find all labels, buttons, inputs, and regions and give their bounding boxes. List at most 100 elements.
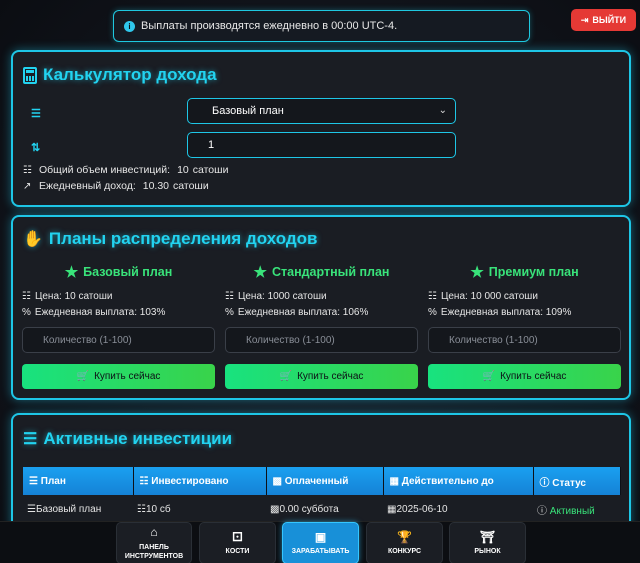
investments-title: ☰ Активные инвестиции bbox=[23, 429, 232, 449]
coins-icon: ☷ bbox=[139, 475, 149, 487]
chart-line-icon: ↗ bbox=[23, 180, 32, 192]
daily-label: Ежедневный доход: bbox=[39, 180, 136, 192]
coins-icon: ☷ bbox=[225, 291, 234, 302]
plan-standard-payout: % Ежедневная выплата: 106% bbox=[225, 307, 418, 318]
nav-earn-label: ЗАРАБАТЫВАТЬ bbox=[291, 548, 350, 556]
notice-text: Выплаты производятся ежедневно в 00:00 U… bbox=[141, 20, 398, 32]
plan-standard-payout-text: Ежедневная выплата: 106% bbox=[237, 307, 369, 318]
plan-premium-payout: % Ежедневная выплата: 109% bbox=[428, 307, 621, 318]
investments-title-text: Активные инвестиции bbox=[43, 429, 233, 448]
calendar-icon: ▦ bbox=[389, 475, 399, 487]
plan-standard-buy-button[interactable]: 🛒 Купить сейчас bbox=[225, 364, 418, 389]
cart-icon: 🛒 bbox=[76, 371, 90, 382]
nav-earn[interactable]: ▣ ЗАРАБАТЫВАТЬ bbox=[282, 522, 359, 563]
col-invested-label: Инвестировано bbox=[151, 475, 229, 487]
cell-valid-until: ▦2025-06-10 bbox=[383, 495, 533, 523]
dice-icon: ⚀ bbox=[232, 529, 243, 544]
list-icon: ☰ bbox=[31, 108, 41, 120]
list-icon: ☰ bbox=[23, 431, 38, 448]
col-status-label: Статус bbox=[552, 477, 586, 489]
cell-status: ⓘ Активный bbox=[533, 495, 621, 523]
nav-market[interactable]: ⛩ РЫНОК bbox=[449, 522, 526, 563]
nav-dice[interactable]: ⚀ КОСТИ bbox=[199, 522, 276, 563]
daily-value: 10.30 bbox=[142, 180, 170, 192]
sort-icon: ⇅ bbox=[31, 142, 41, 154]
plan-premium-buy-button[interactable]: 🛒 Купить сейчас bbox=[428, 364, 621, 389]
nav-dice-label: КОСТИ bbox=[225, 548, 250, 556]
cell-invested-text: 10 сб bbox=[145, 503, 171, 515]
calculator-icon bbox=[23, 66, 37, 84]
plan-select[interactable]: Базовый план ⌄ bbox=[187, 98, 456, 124]
info-icon: ⓘ bbox=[539, 477, 550, 489]
star-icon: ★ bbox=[470, 264, 484, 281]
plan-basic-payout: % Ежедневная выплата: 103% bbox=[22, 307, 215, 318]
nav-contest-label: КОНКУРС bbox=[387, 548, 422, 556]
cell-invested: ☷10 сб bbox=[133, 495, 266, 523]
cell-paid-text: 0.00 суббота bbox=[279, 503, 339, 515]
chevron-down-icon: ⌄ bbox=[438, 105, 447, 116]
coins-icon: ☷ bbox=[22, 291, 31, 302]
plan-basic-payout-text: Ежедневная выплата: 103% bbox=[34, 307, 166, 318]
plan-basic-buy-button[interactable]: 🛒 Купить сейчас bbox=[22, 364, 215, 389]
home-icon: ⌂ bbox=[150, 525, 158, 540]
logout-icon: ⇥ bbox=[580, 14, 589, 25]
active-investments-card: ☰ Активные инвестиции ☰ План ☷ Инвестиро… bbox=[11, 413, 631, 533]
cell-plan: ☰Базовый план bbox=[23, 495, 133, 523]
buy-label: Купить сейчас bbox=[94, 371, 161, 382]
plans-title: ✋ Планы распределения доходов bbox=[23, 229, 318, 249]
cart-icon: 🛒 bbox=[482, 371, 496, 382]
percent-icon: % bbox=[225, 307, 234, 318]
plan-basic-quantity-input[interactable]: Количество (1-100) bbox=[22, 327, 215, 353]
col-invested: ☷ Инвестировано bbox=[133, 467, 267, 495]
nav-contest[interactable]: 🏆 КОНКУРС bbox=[366, 522, 443, 563]
percent-icon: % bbox=[22, 307, 31, 318]
table-row: ☰Базовый план ☷10 сб ▩0.00 суббота ▦2025… bbox=[23, 495, 621, 523]
qty-placeholder: Количество (1-100) bbox=[246, 334, 335, 346]
plan-premium: ★ Премиум план ☷ Цена: 10 000 сатоши % Е… bbox=[428, 263, 621, 318]
quantity-input[interactable]: 1 bbox=[187, 132, 456, 158]
star-icon: ★ bbox=[253, 264, 267, 281]
plan-standard: ★ Стандартный план ☷ Цена: 1000 сатоши %… bbox=[225, 263, 418, 318]
plan-premium-quantity-input[interactable]: Количество (1-100) bbox=[428, 327, 621, 353]
list-icon: ☰ bbox=[29, 475, 38, 487]
plan-basic-name: ★ Базовый план bbox=[22, 263, 215, 281]
daily-unit: сатоши bbox=[173, 180, 209, 192]
plan-basic: ★ Базовый план ☷ Цена: 10 сатоши % Ежедн… bbox=[22, 263, 215, 318]
calculator-title: Калькулятор дохода bbox=[23, 65, 217, 85]
col-paid: ▩ Оплаченный bbox=[266, 467, 384, 495]
bottom-nav: ⌂ ПАНЕЛЬ ИНСТРУМЕНТОВ ⚀ КОСТИ ▣ ЗАРАБАТЫ… bbox=[0, 521, 640, 563]
calculator-title-text: Калькулятор дохода bbox=[43, 65, 217, 84]
status-badge: Активный bbox=[549, 505, 595, 517]
cell-valid-until-text: 2025-06-10 bbox=[396, 503, 448, 515]
col-valid-until: ▦ Действительно до bbox=[383, 467, 534, 495]
plan-premium-payout-text: Ежедневная выплата: 109% bbox=[440, 307, 572, 318]
plans-title-text: Планы распределения доходов bbox=[48, 229, 318, 248]
logout-button[interactable]: ⇥ ВЫЙТИ bbox=[571, 9, 636, 31]
total-label: Общий объем инвестиций: bbox=[39, 164, 171, 176]
coins-icon: ☷ bbox=[428, 291, 437, 302]
cart-icon: 🛒 bbox=[279, 371, 293, 382]
plans-card: ✋ Планы распределения доходов ★ Базовый … bbox=[11, 215, 631, 400]
coins-icon: ☷ bbox=[137, 503, 146, 515]
plan-standard-price: ☷ Цена: 1000 сатоши bbox=[225, 291, 418, 302]
col-plan-label: План bbox=[40, 475, 66, 487]
total-unit: сатоши bbox=[192, 164, 229, 176]
store-icon: ⛩ bbox=[479, 529, 496, 544]
buy-label: Купить сейчас bbox=[297, 371, 364, 382]
quantity-value: 1 bbox=[208, 139, 215, 151]
plan-select-value: Базовый план bbox=[212, 105, 284, 117]
qty-placeholder: Количество (1-100) bbox=[449, 334, 538, 346]
logout-label: ВЫЙТИ bbox=[592, 15, 627, 25]
wallet-icon: ▣ bbox=[314, 529, 327, 544]
table-header-row: ☰ План ☷ Инвестировано ▩ Оплаченный ▦ Де… bbox=[23, 467, 621, 495]
investments-table: ☰ План ☷ Инвестировано ▩ Оплаченный ▦ Де… bbox=[23, 467, 621, 523]
nav-dashboard[interactable]: ⌂ ПАНЕЛЬ ИНСТРУМЕНТОВ bbox=[116, 522, 192, 563]
trophy-icon: 🏆 bbox=[397, 529, 412, 544]
nav-market-label: РЫНОК bbox=[474, 548, 501, 556]
cell-plan-text: Базовый план bbox=[35, 503, 102, 515]
plan-premium-name-text: Премиум план bbox=[488, 265, 579, 279]
info-icon: ⓘ bbox=[537, 505, 547, 517]
list-icon: ☰ bbox=[27, 503, 36, 515]
plan-standard-quantity-input[interactable]: Количество (1-100) bbox=[225, 327, 418, 353]
col-plan: ☰ План bbox=[23, 467, 134, 495]
